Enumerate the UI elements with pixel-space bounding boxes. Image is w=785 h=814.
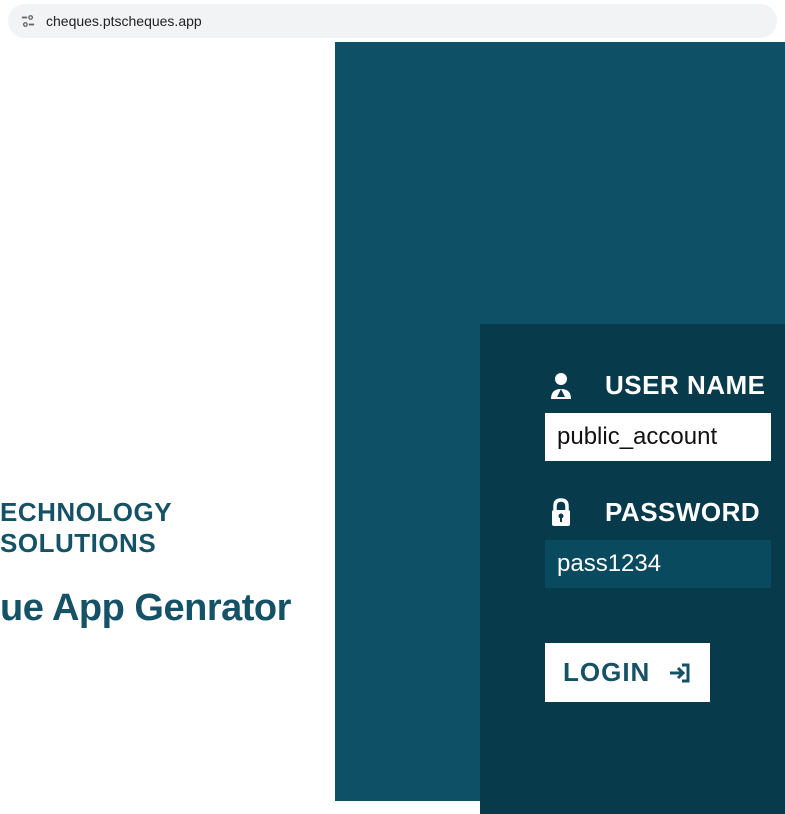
url-text: cheques.ptscheques.app <box>46 13 202 29</box>
address-bar[interactable]: cheques.ptscheques.app <box>8 4 777 38</box>
password-label-row: PASSWORD <box>545 496 785 528</box>
left-pane: ECHNOLOGY SOLUTIONS ue App Genrator <box>0 42 335 801</box>
login-arrow-icon <box>668 661 692 685</box>
user-icon <box>545 369 577 401</box>
login-button[interactable]: LOGIN <box>545 643 710 702</box>
password-input[interactable] <box>545 540 771 588</box>
password-label: PASSWORD <box>605 497 760 528</box>
right-pane: USER NAME PASSWORD <box>335 42 785 801</box>
page-content: ECHNOLOGY SOLUTIONS ue App Genrator USER… <box>0 42 785 801</box>
heading-app-name: ue App Genrator <box>0 587 335 630</box>
username-input[interactable] <box>545 413 771 461</box>
heading-company: ECHNOLOGY SOLUTIONS <box>0 497 335 559</box>
site-settings-icon[interactable] <box>20 13 36 29</box>
login-box: USER NAME PASSWORD <box>480 324 785 814</box>
username-label-row: USER NAME <box>545 369 785 401</box>
username-section: USER NAME <box>545 369 785 461</box>
username-label: USER NAME <box>605 370 766 401</box>
headings: ECHNOLOGY SOLUTIONS ue App Genrator <box>0 497 335 630</box>
lock-icon <box>545 496 577 528</box>
password-section: PASSWORD <box>545 496 785 588</box>
login-button-label: LOGIN <box>563 657 650 688</box>
